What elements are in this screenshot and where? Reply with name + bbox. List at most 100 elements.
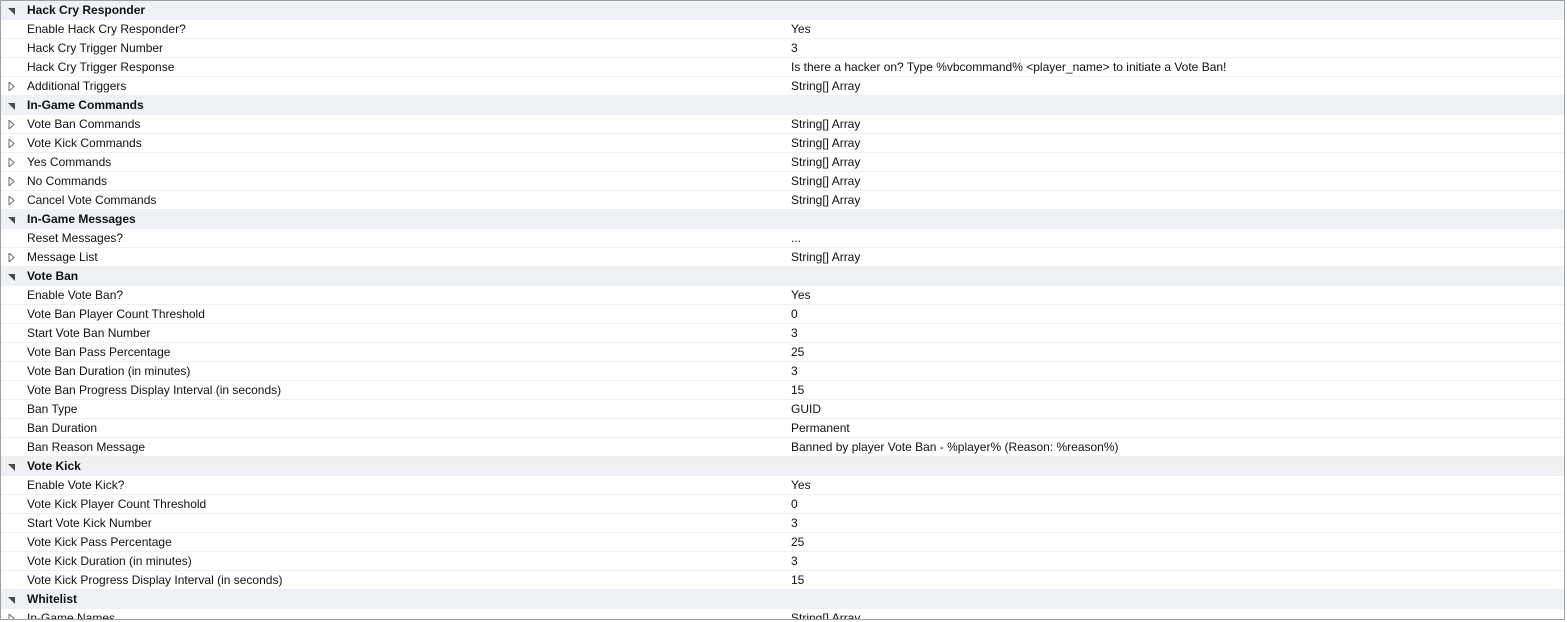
property-label: Cancel Vote Commands xyxy=(21,193,787,207)
property-row[interactable]: Enable Hack Cry Responder?Yes xyxy=(1,20,1564,39)
property-value[interactable]: Yes xyxy=(787,478,1564,492)
property-value[interactable]: String[] Array xyxy=(787,79,1564,93)
property-value[interactable]: String[] Array xyxy=(787,193,1564,207)
property-row[interactable]: Vote Kick Progress Display Interval (in … xyxy=(1,571,1564,590)
chevron-down-icon[interactable] xyxy=(7,272,16,281)
property-value[interactable]: 3 xyxy=(787,326,1564,340)
chevron-right-icon[interactable] xyxy=(7,158,16,167)
property-row[interactable]: Vote Kick Duration (in minutes)3 xyxy=(1,552,1564,571)
property-value[interactable]: Banned by player Vote Ban - %player% (Re… xyxy=(787,440,1564,454)
property-value[interactable]: 25 xyxy=(787,345,1564,359)
property-value[interactable]: String[] Array xyxy=(787,250,1564,264)
chevron-down-icon[interactable] xyxy=(7,6,16,15)
property-value[interactable]: String[] Array xyxy=(787,174,1564,188)
property-row[interactable]: Enable Vote Kick?Yes xyxy=(1,476,1564,495)
property-grid: Hack Cry Responder Enable Hack Cry Respon… xyxy=(0,0,1565,620)
property-value[interactable]: Yes xyxy=(787,22,1564,36)
property-label: Vote Kick Pass Percentage xyxy=(21,535,787,549)
property-label: Enable Hack Cry Responder? xyxy=(21,22,787,36)
property-label: Vote Kick Duration (in minutes) xyxy=(21,554,787,568)
property-value[interactable]: 25 xyxy=(787,535,1564,549)
property-label: No Commands xyxy=(21,174,787,188)
property-row[interactable]: Vote Kick Player Count Threshold0 xyxy=(1,495,1564,514)
property-row[interactable]: Hack Cry Trigger ResponseIs there a hack… xyxy=(1,58,1564,77)
property-value[interactable]: 0 xyxy=(787,307,1564,321)
property-label: Vote Kick Commands xyxy=(21,136,787,150)
property-label: Reset Messages? xyxy=(21,231,787,245)
chevron-down-icon[interactable] xyxy=(7,215,16,224)
property-row[interactable]: Hack Cry Trigger Number3 xyxy=(1,39,1564,58)
category-label: In-Game Commands xyxy=(21,98,787,112)
property-label: Start Vote Ban Number xyxy=(21,326,787,340)
chevron-right-icon[interactable] xyxy=(7,120,16,129)
property-value[interactable]: String[] Array xyxy=(787,155,1564,169)
property-label: Message List xyxy=(21,250,787,264)
property-value[interactable]: ... xyxy=(787,231,1564,245)
category-header[interactable]: Vote Kick xyxy=(1,457,1564,476)
property-row[interactable]: Ban DurationPermanent xyxy=(1,419,1564,438)
property-value[interactable]: 3 xyxy=(787,554,1564,568)
category-label: Hack Cry Responder xyxy=(21,3,787,17)
property-row[interactable]: Vote Ban Player Count Threshold0 xyxy=(1,305,1564,324)
property-label: Enable Vote Ban? xyxy=(21,288,787,302)
property-label: Vote Ban Duration (in minutes) xyxy=(21,364,787,378)
property-value[interactable]: 0 xyxy=(787,497,1564,511)
property-label: Vote Ban Progress Display Interval (in s… xyxy=(21,383,787,397)
property-value[interactable]: String[] Array xyxy=(787,117,1564,131)
property-row[interactable]: Vote Kick Pass Percentage25 xyxy=(1,533,1564,552)
property-row[interactable]: In-Game NamesString[] Array xyxy=(1,609,1564,620)
chevron-right-icon[interactable] xyxy=(7,139,16,148)
property-row[interactable]: Enable Vote Ban?Yes xyxy=(1,286,1564,305)
property-label: Vote Kick Progress Display Interval (in … xyxy=(21,573,787,587)
chevron-down-icon[interactable] xyxy=(7,101,16,110)
category-header[interactable]: Hack Cry Responder xyxy=(1,1,1564,20)
property-row[interactable]: Vote Ban Pass Percentage25 xyxy=(1,343,1564,362)
property-value[interactable]: GUID xyxy=(787,402,1564,416)
property-row[interactable]: Reset Messages?... xyxy=(1,229,1564,248)
property-row[interactable]: Cancel Vote CommandsString[] Array xyxy=(1,191,1564,210)
property-value[interactable]: String[] Array xyxy=(787,136,1564,150)
property-value[interactable]: Yes xyxy=(787,288,1564,302)
property-row[interactable]: Vote Kick CommandsString[] Array xyxy=(1,134,1564,153)
property-value[interactable]: 3 xyxy=(787,516,1564,530)
property-label: Start Vote Kick Number xyxy=(21,516,787,530)
property-row[interactable]: Ban Reason MessageBanned by player Vote … xyxy=(1,438,1564,457)
property-label: Ban Reason Message xyxy=(21,440,787,454)
chevron-right-icon[interactable] xyxy=(7,253,16,262)
chevron-down-icon[interactable] xyxy=(7,462,16,471)
category-label: In-Game Messages xyxy=(21,212,787,226)
property-label: Yes Commands xyxy=(21,155,787,169)
category-label: Whitelist xyxy=(21,592,787,606)
category-header[interactable]: Whitelist xyxy=(1,590,1564,609)
property-row[interactable]: Start Vote Ban Number3 xyxy=(1,324,1564,343)
category-header[interactable]: Vote Ban xyxy=(1,267,1564,286)
property-row[interactable]: Yes CommandsString[] Array xyxy=(1,153,1564,172)
property-value[interactable]: String[] Array xyxy=(787,611,1564,620)
property-value[interactable]: 15 xyxy=(787,573,1564,587)
category-label: Vote Ban xyxy=(21,269,787,283)
property-label: Ban Duration xyxy=(21,421,787,435)
property-row[interactable]: Vote Ban CommandsString[] Array xyxy=(1,115,1564,134)
chevron-right-icon[interactable] xyxy=(7,614,16,621)
property-value[interactable]: Permanent xyxy=(787,421,1564,435)
property-row[interactable]: Message ListString[] Array xyxy=(1,248,1564,267)
category-header[interactable]: In-Game Messages xyxy=(1,210,1564,229)
property-row[interactable]: No CommandsString[] Array xyxy=(1,172,1564,191)
property-value[interactable]: 3 xyxy=(787,364,1564,378)
property-value[interactable]: 3 xyxy=(787,41,1564,55)
property-label: In-Game Names xyxy=(21,611,787,620)
category-header[interactable]: In-Game Commands xyxy=(1,96,1564,115)
property-label: Vote Kick Player Count Threshold xyxy=(21,497,787,511)
property-row[interactable]: Additional TriggersString[] Array xyxy=(1,77,1564,96)
property-row[interactable]: Ban TypeGUID xyxy=(1,400,1564,419)
property-label: Vote Ban Player Count Threshold xyxy=(21,307,787,321)
chevron-right-icon[interactable] xyxy=(7,82,16,91)
property-row[interactable]: Vote Ban Duration (in minutes)3 xyxy=(1,362,1564,381)
chevron-down-icon[interactable] xyxy=(7,595,16,604)
chevron-right-icon[interactable] xyxy=(7,177,16,186)
property-row[interactable]: Vote Ban Progress Display Interval (in s… xyxy=(1,381,1564,400)
property-value[interactable]: 15 xyxy=(787,383,1564,397)
property-row[interactable]: Start Vote Kick Number3 xyxy=(1,514,1564,533)
property-value[interactable]: Is there a hacker on? Type %vbcommand% <… xyxy=(787,60,1564,74)
chevron-right-icon[interactable] xyxy=(7,196,16,205)
